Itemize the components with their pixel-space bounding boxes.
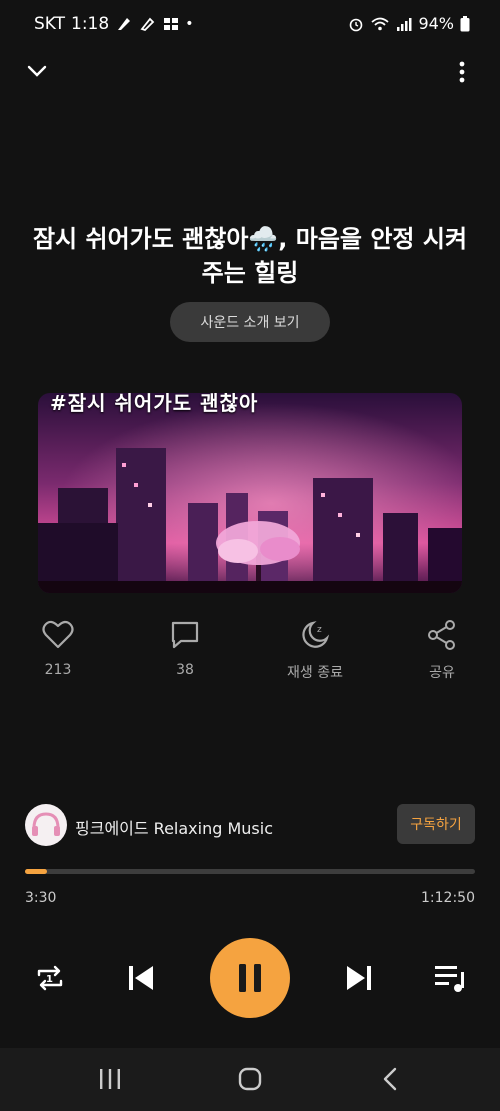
recent-apps-icon[interactable] xyxy=(98,1066,122,1092)
battery-icon xyxy=(460,15,470,31)
clock: 1:18 xyxy=(71,14,110,34)
collapse-chevron-down-icon[interactable] xyxy=(26,62,48,80)
pause-button[interactable] xyxy=(210,938,290,1018)
system-nav-bar xyxy=(0,1048,500,1111)
pause-icon xyxy=(239,964,261,992)
status-bar: SKT 1:18 • 94% xyxy=(0,0,500,50)
wifi-icon xyxy=(371,17,390,30)
comment-action[interactable]: 38 xyxy=(135,620,235,678)
channel-row: 핑크에이드 Relaxing Music 구독하기 xyxy=(25,804,475,846)
album-art: #잠시 쉬어가도 괜찮아 xyxy=(38,393,462,593)
like-action[interactable]: 213 xyxy=(8,620,108,678)
progress-bar[interactable] xyxy=(25,869,475,874)
cityscape-illustration xyxy=(38,393,462,593)
sound-intro-button[interactable]: 사운드 소개 보기 xyxy=(170,302,330,342)
comment-count: 38 xyxy=(176,662,194,678)
channel-avatar[interactable] xyxy=(25,804,67,846)
back-icon[interactable] xyxy=(378,1066,402,1092)
more-notifications-dot: • xyxy=(185,16,194,32)
grid-app-icon xyxy=(164,18,179,30)
notification-icon xyxy=(118,18,131,30)
next-track-icon[interactable] xyxy=(343,962,375,994)
svg-text:z: z xyxy=(317,625,322,635)
edit-note-icon xyxy=(140,17,155,32)
moon-sleep-icon: z xyxy=(302,621,330,648)
more-options-icon[interactable] xyxy=(455,60,469,84)
home-icon[interactable] xyxy=(237,1066,263,1092)
total-duration: 1:12:50 xyxy=(421,890,475,906)
share-icon xyxy=(428,620,455,650)
subscribe-button[interactable]: 구독하기 xyxy=(397,804,475,844)
status-right: 94% xyxy=(348,14,470,33)
alarm-icon xyxy=(350,18,363,31)
sleep-timer-action[interactable]: z 재생 종료 xyxy=(265,620,365,682)
share-action[interactable]: 공유 xyxy=(392,620,492,682)
elapsed-time: 3:30 xyxy=(25,890,57,906)
svg-text:1: 1 xyxy=(46,974,53,985)
headphones-logo-icon xyxy=(32,812,60,836)
previous-track-icon[interactable] xyxy=(125,962,157,994)
progress-fill xyxy=(25,869,47,874)
signal-icon xyxy=(397,17,412,31)
repeat-one-icon[interactable]: 1 xyxy=(33,961,67,995)
sleep-timer-label: 재생 종료 xyxy=(287,665,343,681)
battery-percent: 94% xyxy=(418,14,454,33)
carrier-label: SKT xyxy=(34,14,66,34)
status-left: SKT 1:18 • xyxy=(34,14,193,34)
like-count: 213 xyxy=(44,662,72,678)
album-art-caption: #잠시 쉬어가도 괜찮아 xyxy=(50,393,259,415)
track-title: 잠시 쉬어가도 괜찮아🌧️, 마음을 안정 시켜주는 힐링 xyxy=(32,225,468,287)
actions-row: 213 38 z 재생 종료 공유 xyxy=(0,620,500,690)
channel-name[interactable]: 핑크에이드 Relaxing Music xyxy=(75,815,273,839)
comment-icon xyxy=(171,621,199,649)
playlist-icon[interactable] xyxy=(433,962,467,994)
share-label: 공유 xyxy=(429,665,455,681)
heart-icon xyxy=(42,620,74,649)
